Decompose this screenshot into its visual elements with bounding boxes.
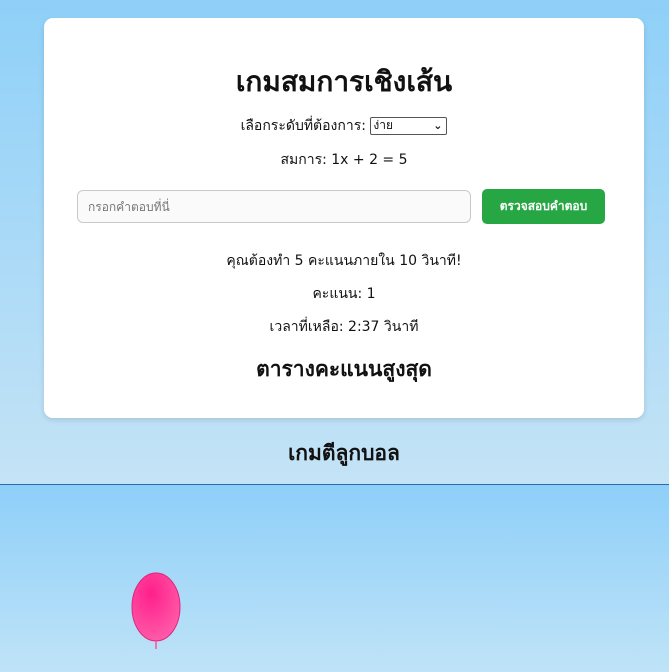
level-label: เลือกระดับที่ต้องการ: (240, 118, 366, 134)
equation-game-card: เกมสมการเชิงเส้น เลือกระดับที่ต้องการ: ง… (44, 18, 644, 418)
timer-text: เวลาที่เหลือ: 2:37 วินาที (269, 319, 419, 335)
balloon[interactable] (131, 572, 183, 650)
ball-game-area[interactable] (0, 484, 669, 672)
level-select[interactable]: ง่าย ⌄ (370, 117, 448, 135)
leaderboard-title: ตารางคะแนนสูงสุด (256, 357, 432, 381)
page-title: เกมสมการเชิงเส้น (235, 65, 453, 98)
answer-input[interactable] (77, 190, 471, 223)
chevron-down-icon: ⌄ (433, 119, 443, 132)
level-selected-value: ง่าย (373, 118, 394, 132)
equation-text: สมการ: 1x + 2 = 5 (280, 152, 408, 168)
ball-game-title: เกมตีลูกบอล (288, 441, 400, 465)
score-text: คะแนน: 1 (312, 286, 376, 302)
goal-text: คุณต้องทำ 5 คะแนนภายใน 10 วินาที! (226, 253, 462, 269)
check-answer-button[interactable]: ตรวจสอบคำตอบ (482, 189, 605, 224)
level-row: เลือกระดับที่ต้องการ: ง่าย ⌄ (44, 115, 644, 137)
